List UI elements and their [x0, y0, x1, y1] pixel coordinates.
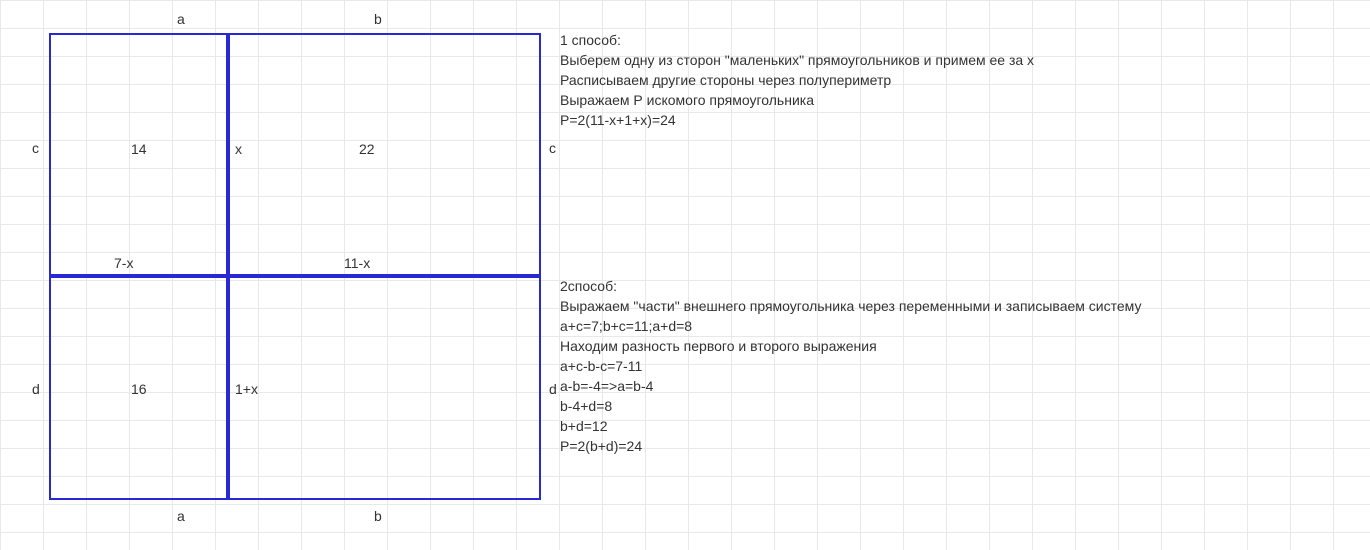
method-2-title: 2способ:	[560, 276, 1141, 296]
method-2-line-8: P=2(b+d)=24	[560, 436, 1141, 456]
label-d-right: d	[549, 381, 557, 397]
label-a-top: a	[177, 11, 185, 27]
rect-bottom-right	[228, 276, 541, 500]
label-b-bottom: b	[374, 508, 382, 524]
label-b-top: b	[374, 11, 382, 27]
label-7-minus-x: 7-x	[114, 255, 133, 271]
label-c-right: c	[549, 140, 556, 156]
method-2-line-7: b+d=12	[560, 416, 1141, 436]
method-2-line-5: a-b=-4=>a=b-4	[560, 376, 1141, 396]
method-1-line-3: Выражаем Р искомого прямоугольника	[560, 90, 1034, 110]
rectangle-diagram: a b a b c c d d 14 22 16 x 7-x 11-x 1+x	[49, 33, 541, 500]
label-a-bottom: a	[177, 508, 185, 524]
method-2-line-3: Находим разность первого и второго выраж…	[560, 336, 1141, 356]
rect-top-right	[228, 33, 541, 276]
method-2-text: 2способ: Выражаем "части" внешнего прямо…	[560, 276, 1141, 456]
method-2-line-2: a+c=7;b+c=11;a+d=8	[560, 316, 1141, 336]
method-1-text: 1 способ: Выберем одну из сторон "малень…	[560, 30, 1034, 130]
label-11-minus-x: 11-x	[344, 255, 370, 271]
method-1-line-1: Выберем одну из сторон "маленьких" прямо…	[560, 50, 1034, 70]
method-2-line-6: b-4+d=8	[560, 396, 1141, 416]
label-value-14: 14	[131, 141, 147, 157]
method-1-line-2: Расписываем другие стороны через полупер…	[560, 70, 1034, 90]
label-x: x	[235, 141, 242, 157]
method-2-line-4: a+c-b-c=7-11	[560, 356, 1141, 376]
method-2-line-1: Выражаем "части" внешнего прямоугольника…	[560, 296, 1141, 316]
label-value-22: 22	[359, 141, 375, 157]
label-d-left: d	[32, 381, 40, 397]
method-1-line-4: Р=2(11-х+1+х)=24	[560, 110, 1034, 130]
label-c-left: c	[32, 140, 39, 156]
label-value-16: 16	[131, 381, 147, 397]
method-1-title: 1 способ:	[560, 30, 1034, 50]
label-1-plus-x: 1+x	[235, 381, 258, 397]
